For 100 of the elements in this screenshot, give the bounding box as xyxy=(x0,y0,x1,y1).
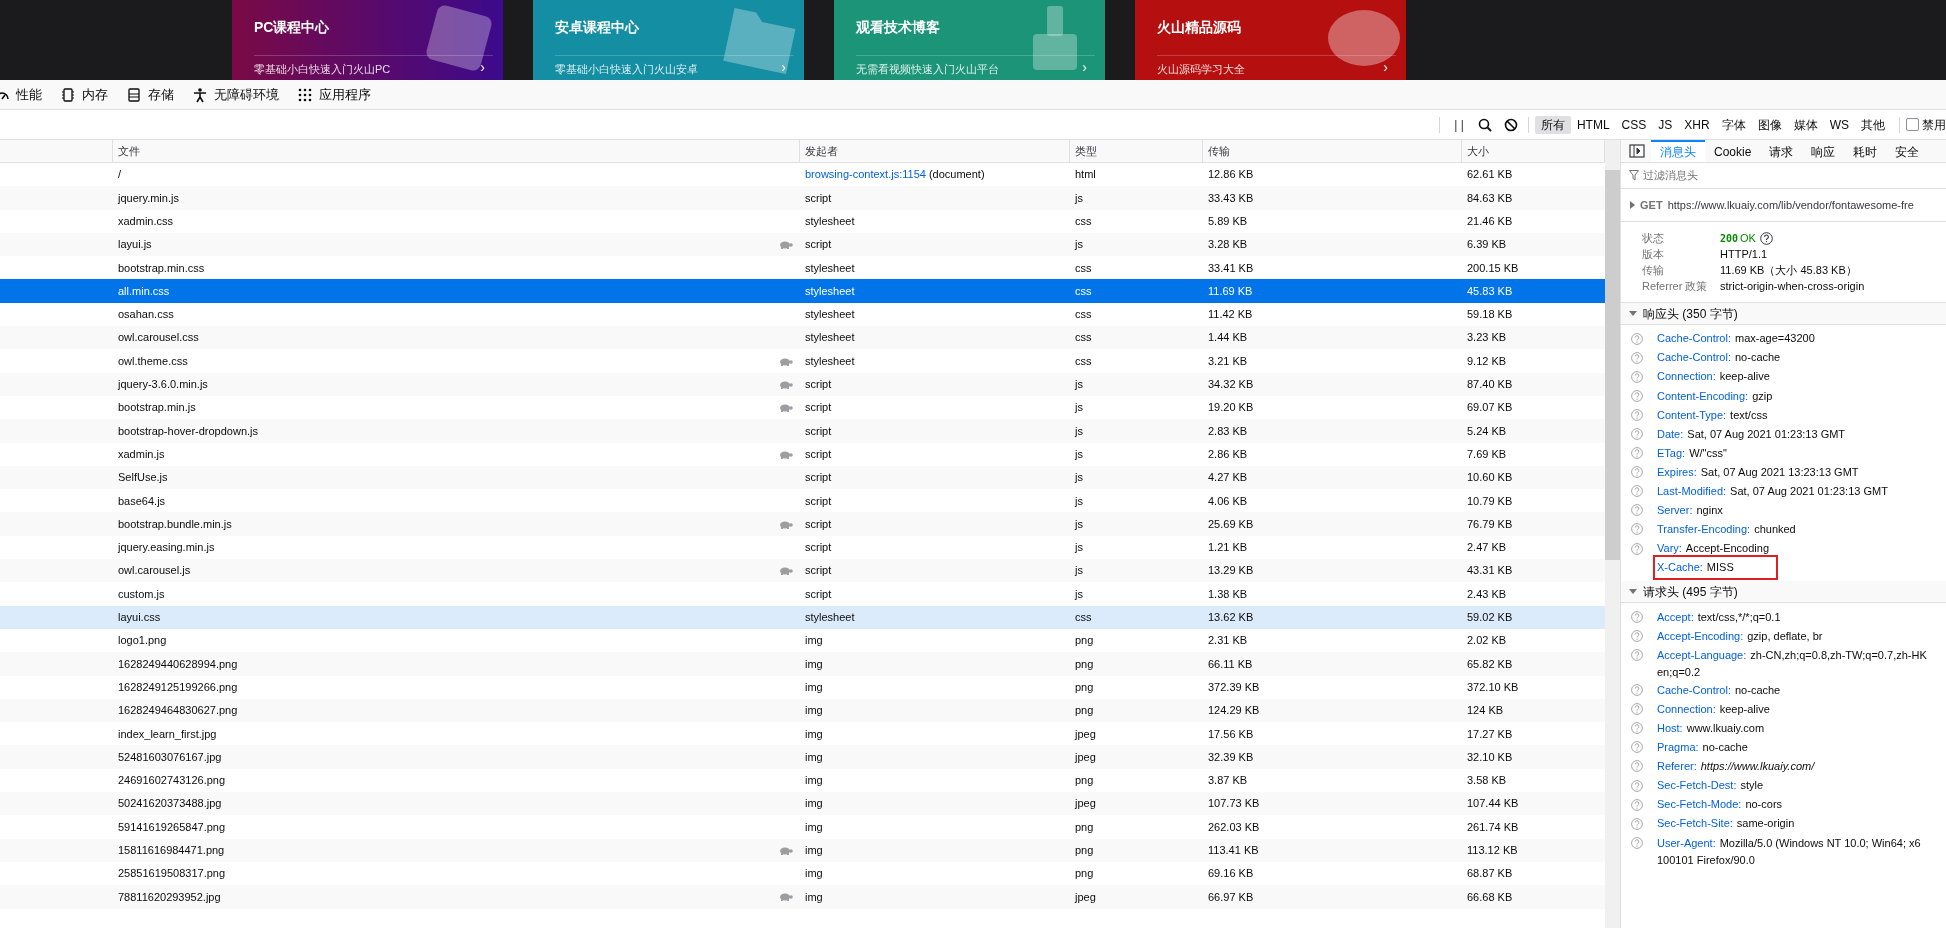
request-row[interactable]: 1628249440628994.png img png 66.11 KB 65.82 KB xyxy=(0,652,1605,676)
header-value: no-cache xyxy=(1702,740,1748,756)
size-cell-text: 84.63 KB xyxy=(1466,190,1514,206)
request-row[interactable]: bootstrap.bundle.min.js script js 25.69 KB 76.79 KB xyxy=(0,512,1605,536)
devtools-tab[interactable]: 性能 xyxy=(16,84,42,105)
file-name: base64.js xyxy=(118,493,166,509)
initiator-cell-text: script xyxy=(804,516,833,532)
devtools-tab[interactable]: 无障碍环境 xyxy=(214,84,279,105)
header-name: Connection: xyxy=(1657,369,1716,385)
card-title: PC课程中心 xyxy=(254,18,330,37)
request-row[interactable]: owl.carousel.js script js 13.29 KB 43.31 KB xyxy=(0,559,1605,583)
checkbox[interactable] xyxy=(1906,118,1919,131)
summary-label: 版本 xyxy=(1641,246,1665,262)
summary-label: Referrer 政策 xyxy=(1641,278,1709,294)
header-value: gzip xyxy=(1752,388,1773,404)
type-cell-text: png xyxy=(1074,773,1095,789)
request-row[interactable]: 50241620373488.jpg img jpeg 107.73 KB 107.44 KB xyxy=(0,792,1605,816)
pause-button[interactable]: | | xyxy=(1454,115,1464,134)
transfer-cell-text: 11.69 KB xyxy=(1207,283,1254,299)
size-cell-text: 59.02 KB xyxy=(1466,610,1514,626)
banner-card[interactable]: 观看技术博客 无需看视频快速入门火山平台 › xyxy=(834,0,1105,80)
transfer-cell-text: 124.29 KB xyxy=(1207,703,1261,719)
request-row[interactable]: jquery.min.js script js 33.43 KB 84.63 KB xyxy=(0,186,1605,210)
help-icon xyxy=(1631,370,1643,383)
arrow-icon: › xyxy=(1082,58,1087,76)
file-name: custom.js xyxy=(118,586,165,602)
initiator-cell-text: script xyxy=(804,377,833,393)
size-cell-text: 200.15 KB xyxy=(1466,260,1520,276)
initiator-cell-text: script xyxy=(804,470,833,486)
column-header[interactable]: 传输 xyxy=(1203,140,1462,162)
type-filter-button[interactable]: WS xyxy=(1823,115,1855,134)
panel-tab[interactable]: 耗时 xyxy=(1844,140,1887,162)
column-header[interactable]: 文件 xyxy=(113,140,800,162)
type-cell-text: jpeg xyxy=(1073,889,1097,905)
initiator-cell-text: browsing-context.js:1154 (document) xyxy=(804,167,986,183)
column-header[interactable]: 类型 xyxy=(1070,140,1203,162)
column-header[interactable]: 发起者 xyxy=(800,140,1070,162)
file-name: layui.js xyxy=(118,237,152,253)
panel-tab[interactable]: 响应 xyxy=(1802,140,1845,162)
initiator-cell-text: img xyxy=(804,843,824,858)
transfer-cell-text: 3.21 KB xyxy=(1207,353,1249,369)
devtools-tab[interactable]: 应用程序 xyxy=(319,84,371,105)
transfer-cell-text: 19.20 KB xyxy=(1207,400,1255,416)
request-row[interactable]: SelfUse.js script js 4.27 KB 10.60 KB xyxy=(0,465,1605,490)
initiator-cell-text: img xyxy=(804,703,824,719)
banner-card[interactable]: 火山精品源码 火山源码学习大全 › xyxy=(1135,0,1406,80)
request-row[interactable]: bootstrap-hover-dropdown.js script js 2.83 KB 5.24 KB xyxy=(0,419,1605,443)
header-value: 100101 Firefox/90.0 xyxy=(1657,853,1755,869)
funnel-icon xyxy=(1629,170,1639,181)
header-name: Cache-Control: xyxy=(1657,350,1731,366)
help-icon xyxy=(1631,447,1643,460)
transfer-cell-text: 2.83 KB xyxy=(1207,423,1249,439)
type-filter-button[interactable]: XHR xyxy=(1678,115,1716,134)
banner-card[interactable]: 安卓课程中心 零基础小白快速入门火山安卓 › xyxy=(533,0,804,80)
type-filter-button[interactable]: CSS xyxy=(1615,115,1653,134)
size-cell-text: 10.60 KB xyxy=(1466,470,1514,486)
size-cell-text: 69.07 KB xyxy=(1466,400,1514,416)
panel-tab[interactable]: 安全 xyxy=(1886,140,1929,162)
size-cell-text: 2.02 KB xyxy=(1466,633,1508,649)
transfer-cell-text: 3.87 KB xyxy=(1207,773,1249,789)
initiator-cell-text: img xyxy=(804,656,824,672)
request-row[interactable]: owl.carousel.css stylesheet css 1.44 KB 3.23 KB xyxy=(0,326,1605,350)
devtools-tab[interactable]: 内存 xyxy=(82,84,108,105)
type-filter-button[interactable]: 其他 xyxy=(1855,115,1891,134)
header-name: Accept: xyxy=(1657,609,1694,625)
panel-tab[interactable]: Cookie xyxy=(1705,140,1761,162)
card-subtitle: 火山源码学习大全 xyxy=(1157,62,1245,76)
filter-field[interactable]: 过滤消息头 xyxy=(1643,167,1938,184)
request-row[interactable]: 78811620293952.jpg img jpeg 66.97 KB 66.68 KB xyxy=(0,885,1605,909)
type-cell-text: css xyxy=(1074,610,1093,626)
arrow-icon: › xyxy=(781,58,786,76)
file-name: bootstrap.bundle.min.js xyxy=(118,516,232,532)
initiator-cell-text: img xyxy=(804,866,824,882)
panel-tab[interactable]: 请求 xyxy=(1760,140,1803,162)
sidebar-toggle-icon xyxy=(1629,144,1645,158)
type-filter-button[interactable]: 字体 xyxy=(1715,115,1752,134)
help-icon xyxy=(1631,741,1643,754)
devtools-tab[interactable]: 存储 xyxy=(148,84,174,105)
type-cell-text: js xyxy=(1073,493,1084,509)
file-name: / xyxy=(118,167,122,183)
type-filter-button[interactable]: 所有 xyxy=(1534,115,1571,134)
request-row[interactable]: all.min.css stylesheet css 11.69 KB 45.83 KB xyxy=(0,279,1605,303)
request-row[interactable]: 1628249464830627.png img png 124.29 KB 124 KB xyxy=(0,698,1605,723)
type-filter-button[interactable]: JS xyxy=(1652,115,1679,134)
type-filter-button[interactable]: 图像 xyxy=(1751,115,1788,134)
help-icon xyxy=(1631,466,1643,479)
type-cell-text: png xyxy=(1074,843,1095,858)
type-filter-button[interactable]: 媒体 xyxy=(1787,115,1824,134)
header-name: Sec-Fetch-Site: xyxy=(1657,816,1733,832)
type-filter-button[interactable]: HTML xyxy=(1570,115,1616,134)
request-row[interactable]: jquery-3.6.0.min.js script js 34.32 KB 87.40 KB xyxy=(0,372,1605,396)
header-name: Cache-Control: xyxy=(1657,682,1731,698)
request-row[interactable]: 15811616984471.png img png 113.41 KB 113.12 KB xyxy=(0,838,1605,862)
request-row[interactable]: layui.css stylesheet css 13.62 KB 59.02 KB xyxy=(0,605,1605,629)
request-row[interactable]: layui.js script js 3.28 KB 6.39 KB xyxy=(0,232,1605,257)
size-cell-text: 124 KB xyxy=(1466,703,1505,719)
transfer-cell-text: 4.27 KB xyxy=(1207,470,1249,486)
panel-tab[interactable]: 消息头 xyxy=(1651,140,1705,162)
request-row[interactable]: 52481603076167.jpg img jpeg 32.39 KB 32.10 KB xyxy=(0,745,1605,769)
banner-card[interactable]: PC课程中心 零基础小白快速入门火山PC › xyxy=(232,0,503,80)
